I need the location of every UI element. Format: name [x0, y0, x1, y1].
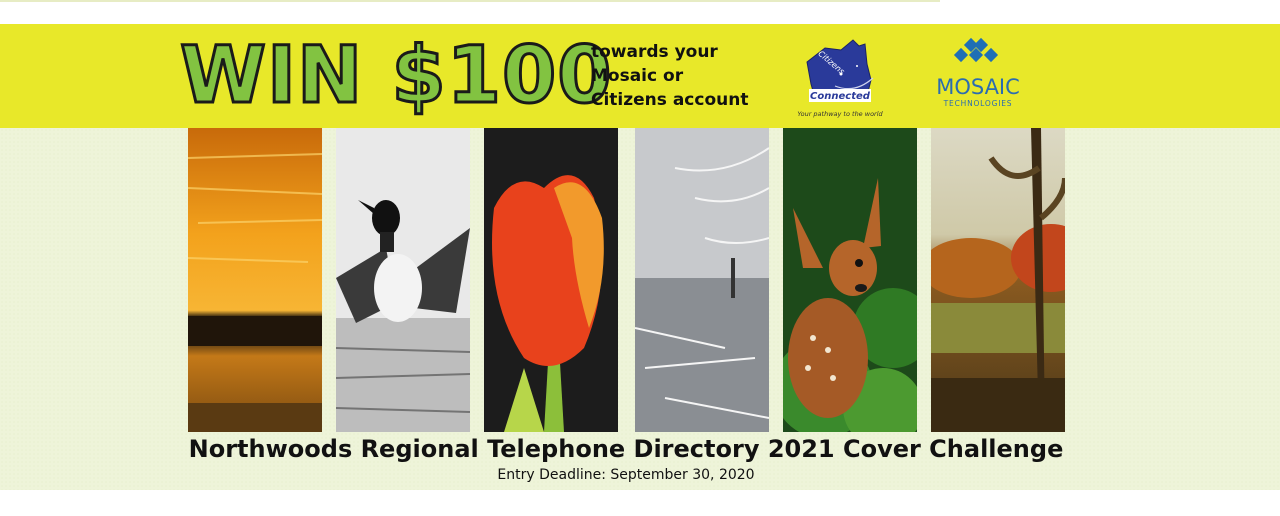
winter-river-photo — [635, 128, 769, 432]
prize-subtext-line: towards your — [591, 42, 718, 62]
sunset-lake-photo — [188, 128, 322, 432]
connected-word: Connected — [810, 91, 871, 102]
fawn-photo — [783, 128, 917, 432]
contest-title: Northwoods Regional Telephone Directory … — [188, 435, 1064, 463]
citizens-connected-logo: Citizens Connected Your pathway to the w… — [797, 39, 884, 118]
prize-subtext: towards your Mosaic or Citizens account — [591, 40, 748, 112]
promo-banner: WIN $100 towards your Mosaic or Citizens… — [0, 24, 1280, 128]
mosaic-technologies-logo: MOSAIC TECHNOLOGIES — [936, 37, 1020, 108]
citizens-tagline: Your pathway to the world — [797, 110, 883, 118]
prize-subtext-line: Mosaic or — [591, 66, 684, 86]
prize-headline: WIN $100 — [179, 30, 614, 123]
tulip-photo — [484, 128, 618, 432]
entry-deadline: Entry Deadline: September 30, 2020 — [497, 467, 755, 483]
mosaic-wordmark: MOSAIC — [936, 75, 1020, 99]
autumn-cornfield-photo — [931, 128, 1065, 432]
mosaic-subtext: TECHNOLOGIES — [943, 99, 1013, 108]
loon-photo — [336, 128, 470, 432]
top-divider — [0, 0, 940, 2]
prize-subtext-line: Citizens account — [591, 90, 749, 110]
